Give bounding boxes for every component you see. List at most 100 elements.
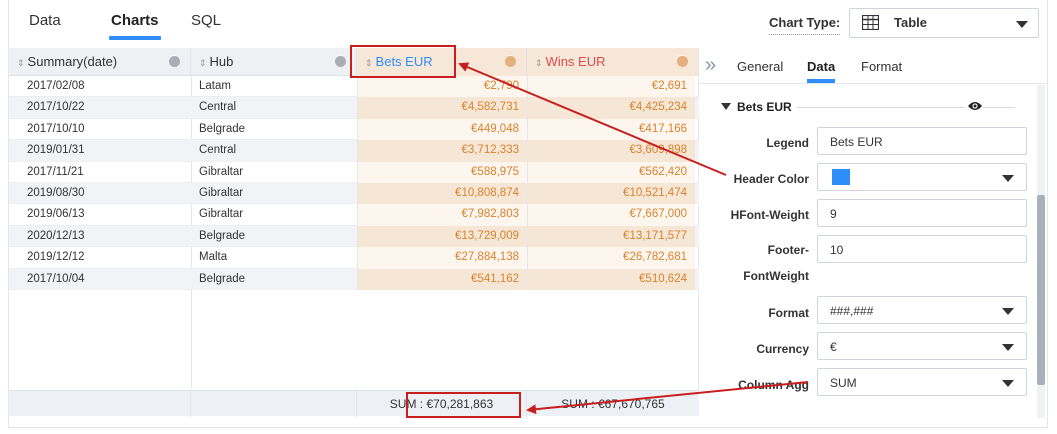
chevron-down-icon — [1002, 344, 1014, 351]
grid-footer: SUM : €70,281,863 SUM : €67,670,765 — [9, 390, 699, 417]
cell-bets-eur: €10,808,874 — [357, 182, 527, 205]
sort-icon: ⇕ — [535, 58, 543, 68]
hfont-weight-label: HFont-Weight — [730, 208, 809, 222]
footer-fontweight-input[interactable]: 10 — [817, 235, 1027, 263]
cell-hub: Malta — [199, 251, 228, 264]
table-row[interactable]: 2017/10/04 Belgrade €541,162 €510,624 — [9, 268, 699, 290]
column-menu-icon[interactable] — [335, 50, 346, 67]
chart-type-label: Chart Type: — [769, 15, 841, 35]
chevron-down-icon — [1002, 308, 1014, 315]
cell-wins-eur: €510,624 — [527, 268, 695, 290]
tab-panel-data[interactable]: Data — [807, 59, 836, 83]
panel-scrollbar[interactable] — [1037, 85, 1045, 418]
cell-wins-eur: €10,521,474 — [527, 182, 695, 205]
cell-hub: Belgrade — [199, 229, 246, 242]
cell-bets-eur: €449,048 — [357, 118, 527, 141]
column-header-label: Summary(date) — [27, 54, 118, 69]
format-value: ###,### — [830, 304, 874, 318]
cell-wins-eur: €562,420 — [527, 161, 695, 183]
cell-wins-eur: €13,171,577 — [527, 225, 695, 248]
tab-general[interactable]: General — [737, 59, 783, 74]
currency-value: € — [830, 340, 837, 354]
eye-icon[interactable] — [967, 100, 983, 112]
cell-date: 2019/08/30 — [27, 186, 85, 199]
table-icon — [862, 15, 879, 30]
table-row[interactable]: 2017/11/21 Gibraltar €588,975 €562,420 — [9, 161, 699, 183]
table-row[interactable]: 2017/10/22 Central €4,582,731 €4,425,234 — [9, 97, 699, 119]
column-menu-icon[interactable] — [677, 50, 688, 67]
cell-date: 2017/11/21 — [27, 165, 84, 178]
cell-hub: Gibraltar — [199, 208, 244, 221]
header-color-select[interactable] — [817, 163, 1027, 191]
cell-bets-eur: €541,162 — [357, 268, 527, 290]
cell-hub: Belgrade — [199, 122, 246, 135]
section-title: Bets EUR — [737, 100, 792, 114]
legend-input[interactable]: Bets EUR — [817, 127, 1027, 155]
chevron-down-icon — [1002, 380, 1014, 387]
cell-wins-eur: €2,691 — [527, 76, 695, 98]
format-select[interactable]: ###,### — [817, 296, 1027, 324]
sort-icon: ⇕ — [199, 58, 207, 68]
settings-panel: » General Data Format Bets EUR Legend Be… — [699, 48, 1049, 418]
cell-date: 2019/06/13 — [27, 208, 85, 221]
cell-wins-eur: €4,425,234 — [527, 97, 695, 119]
hfont-weight-input[interactable]: 9 — [817, 199, 1027, 227]
cell-bets-eur: €7,982,803 — [357, 204, 527, 226]
sort-icon: ⇕ — [17, 58, 25, 68]
cell-bets-eur: €4,582,731 — [357, 97, 527, 119]
currency-label: Currency — [756, 342, 809, 356]
hfont-weight-value: 9 — [830, 207, 837, 221]
double-chevron-right-icon[interactable]: » — [705, 54, 725, 76]
cell-bets-eur: €2,790 — [357, 76, 527, 98]
data-grid: ⇕Summary(date) ⇕Hub ⇕Bets EUR ⇕Wins EUR … — [9, 48, 699, 417]
chevron-down-icon — [1016, 21, 1028, 28]
footer-fontweight-label-line1: Footer- — [767, 243, 809, 257]
table-row[interactable]: 2019/01/31 Central €3,712,333 €3,609,898 — [9, 140, 699, 162]
column-agg-select[interactable]: SUM — [817, 368, 1027, 396]
chevron-down-icon — [1002, 175, 1014, 182]
tab-sql[interactable]: SQL — [191, 12, 221, 29]
column-header-wins-eur[interactable]: ⇕ Wins EUR — [527, 48, 699, 76]
column-header-label: Hub — [209, 54, 234, 69]
section-toggle-bets-eur[interactable]: Bets EUR — [721, 100, 792, 114]
editor-frame: Data Charts SQL Chart Type: Table ⇕ Summa… — [8, 0, 1049, 428]
column-menu-icon[interactable] — [505, 50, 516, 67]
section-divider — [983, 107, 1015, 108]
header-color-label: Header Color — [733, 172, 809, 186]
tab-data[interactable]: Data — [29, 12, 61, 29]
highlight-box-bets-sum — [406, 392, 521, 418]
table-row[interactable]: 2019/08/30 Gibraltar €10,808,874 €10,521,47… — [9, 182, 699, 205]
cell-bets-eur: €588,975 — [357, 161, 527, 183]
column-header-summary-date[interactable]: ⇕ Summary(date) — [9, 48, 191, 76]
scrollbar-thumb[interactable] — [1037, 195, 1045, 385]
cell-date: 2017/10/04 — [27, 272, 85, 285]
chart-type-value: Table — [894, 15, 927, 30]
table-row[interactable]: 2017/10/10 Belgrade €449,048 €417,166 — [9, 118, 699, 141]
table-row[interactable]: 2019/06/13 Gibraltar €7,982,803 €7,667,000 — [9, 204, 699, 226]
table-row[interactable]: 2020/12/13 Belgrade €13,729,009 €13,171,577 — [9, 225, 699, 248]
cell-date: 2017/02/08 — [27, 80, 85, 92]
cell-date: 2019/12/12 — [27, 251, 85, 264]
column-header-hub[interactable]: ⇕ Hub — [191, 48, 357, 76]
cell-hub: Belgrade — [199, 272, 246, 285]
footer-sum-wins: SUM : €67,670,765 — [561, 397, 665, 411]
cell-bets-eur: €3,712,333 — [357, 140, 527, 162]
caret-down-icon — [721, 103, 731, 110]
cell-hub: Central — [199, 144, 237, 157]
column-menu-icon[interactable] — [169, 50, 180, 67]
tab-format[interactable]: Format — [861, 59, 902, 74]
color-swatch — [832, 169, 850, 185]
cell-wins-eur: €26,782,681 — [527, 247, 695, 269]
table-row[interactable]: 2017/02/08 Latam €2,790 €2,691 — [9, 76, 699, 98]
tab-charts[interactable]: Charts — [109, 12, 161, 40]
table-row[interactable]: 2019/12/12 Malta €27,884,138 €26,782,681 — [9, 247, 699, 269]
cell-date: 2017/10/10 — [27, 122, 85, 135]
column-agg-label: Column Agg — [738, 378, 809, 392]
cell-hub: Latam — [199, 80, 231, 92]
cell-wins-eur: €3,609,898 — [527, 140, 695, 162]
cell-hub: Gibraltar — [199, 186, 244, 199]
chart-type-select[interactable]: Table — [849, 8, 1039, 38]
currency-select[interactable]: € — [817, 332, 1027, 360]
footer-fontweight-value: 10 — [830, 243, 844, 257]
panel-tabs: » General Data Format — [699, 48, 1049, 84]
